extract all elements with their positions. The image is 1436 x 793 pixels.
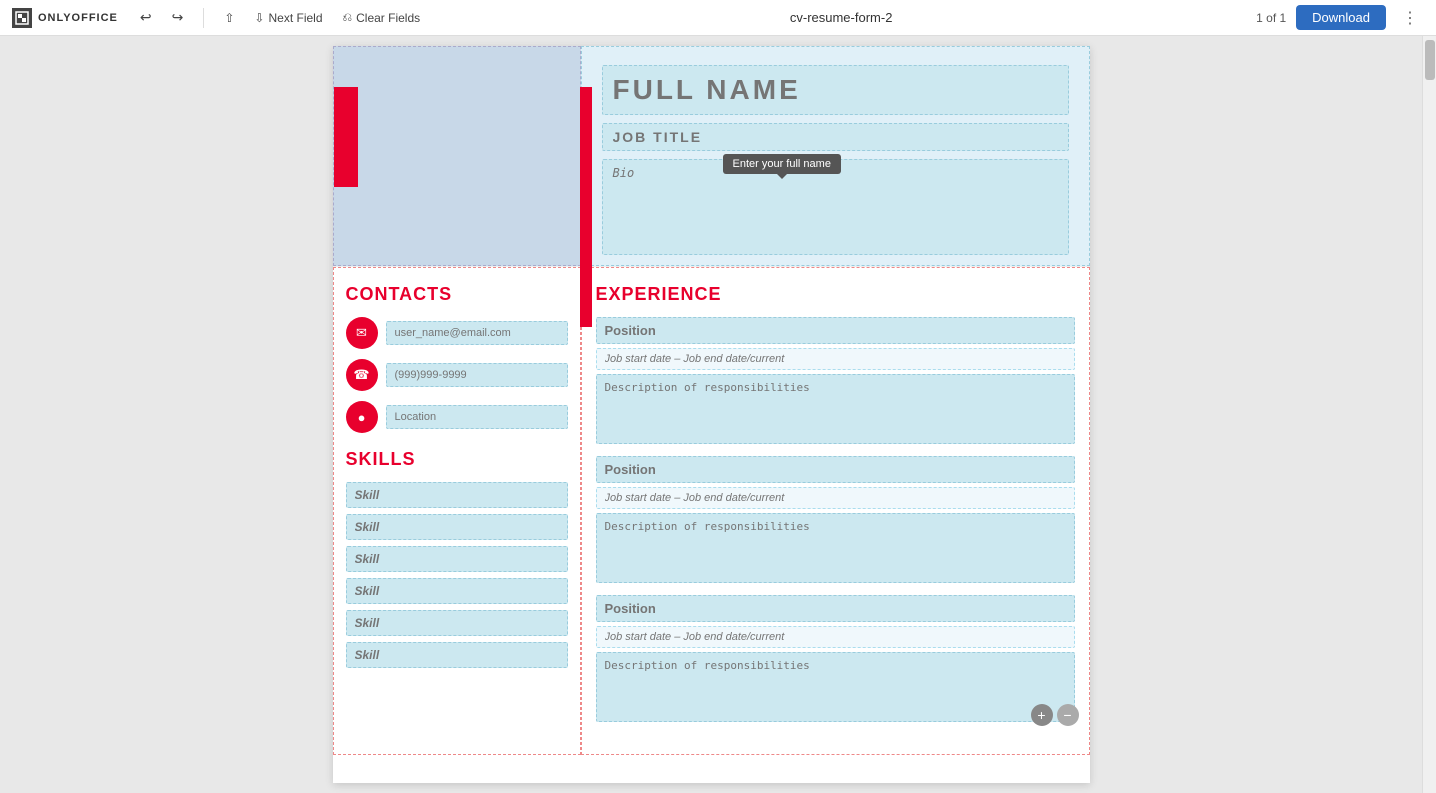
position-input-3[interactable] (596, 595, 1075, 622)
experience-title: EXPERIENCE (596, 284, 1075, 305)
red-accent-left (334, 87, 358, 187)
position-input-1[interactable] (596, 317, 1075, 344)
skill-input-6[interactable] (346, 642, 568, 668)
entry-controls: + − (1031, 704, 1079, 726)
logo-text: ONLYOFFICE (38, 12, 118, 24)
toolbar: ONLYOFFICE ↩ ↪ ⇧ ⇩ Next Field ⎌ Clear Fi… (0, 0, 1436, 36)
phone-row: ☎ (346, 359, 568, 391)
document-name: cv-resume-form-2 (434, 10, 1248, 25)
add-entry-button[interactable]: + (1031, 704, 1053, 726)
dates-input-2[interactable] (596, 487, 1075, 509)
doc-body: CONTACTS ✉ ☎ ● SKILLS (333, 266, 1090, 755)
skill-input-3[interactable] (346, 546, 568, 572)
location-row: ● (346, 401, 568, 433)
email-row: ✉ (346, 317, 568, 349)
experience-entry-3: + − (596, 595, 1075, 726)
desc-input-3[interactable] (596, 652, 1075, 722)
name-area: Enter your full name (581, 46, 1090, 266)
next-field-button[interactable]: ⇩ Next Field (248, 9, 328, 27)
undo-button[interactable]: ↩ (134, 7, 158, 28)
down-arrow-icon: ⇩ (254, 11, 264, 25)
remove-entry-button[interactable]: − (1057, 704, 1079, 726)
skill-input-1[interactable] (346, 482, 568, 508)
tooltip: Enter your full name (723, 154, 841, 174)
page-count: 1 of 1 (1256, 11, 1286, 25)
position-input-2[interactable] (596, 456, 1075, 483)
logo: ONLYOFFICE (12, 8, 118, 28)
skill-input-2[interactable] (346, 514, 568, 540)
skills-title: SKILLS (346, 449, 568, 470)
desc-input-1[interactable] (596, 374, 1075, 444)
job-title-input[interactable] (602, 123, 1069, 151)
scrollbar[interactable] (1422, 36, 1436, 793)
up-arrow-icon: ⇧ (224, 11, 234, 25)
logo-icon (12, 8, 32, 28)
skill-input-5[interactable] (346, 610, 568, 636)
scroll-thumb (1425, 40, 1435, 80)
location-input[interactable] (386, 405, 568, 429)
doc-header: Enter your full name (333, 46, 1090, 266)
clear-icon: ⎌ (343, 10, 353, 25)
experience-entry-1 (596, 317, 1075, 444)
phone-input[interactable] (386, 363, 568, 387)
skills-section: SKILLS (346, 449, 568, 668)
right-column: EXPERIENCE + (581, 267, 1090, 755)
toolbar-right: 1 of 1 Download ⋮ (1256, 5, 1424, 30)
prev-field-button[interactable]: ⇧ (218, 9, 240, 27)
email-icon: ✉ (346, 317, 378, 349)
desc-input-2[interactable] (596, 513, 1075, 583)
main-area: Enter your full name CONTACTS ✉ ☎ (0, 36, 1422, 793)
contacts-title: CONTACTS (346, 284, 568, 305)
dates-input-1[interactable] (596, 348, 1075, 370)
undo-icon: ↩ (140, 9, 152, 26)
red-accent-right (580, 87, 592, 327)
download-button[interactable]: Download (1296, 5, 1386, 30)
photo-area (333, 46, 581, 266)
experience-entry-2 (596, 456, 1075, 583)
document: Enter your full name CONTACTS ✉ ☎ (333, 46, 1090, 783)
left-column: CONTACTS ✉ ☎ ● SKILLS (333, 267, 581, 755)
phone-icon: ☎ (346, 359, 378, 391)
location-icon: ● (346, 401, 378, 433)
toolbar-divider (203, 8, 204, 28)
clear-fields-button[interactable]: ⎌ Clear Fields (337, 8, 427, 27)
email-input[interactable] (386, 321, 568, 345)
more-options-button[interactable]: ⋮ (1396, 6, 1424, 30)
redo-button[interactable]: ↪ (166, 7, 190, 28)
skill-input-4[interactable] (346, 578, 568, 604)
full-name-input[interactable] (602, 65, 1069, 115)
redo-icon: ↪ (172, 9, 184, 26)
dates-input-3[interactable] (596, 626, 1075, 648)
